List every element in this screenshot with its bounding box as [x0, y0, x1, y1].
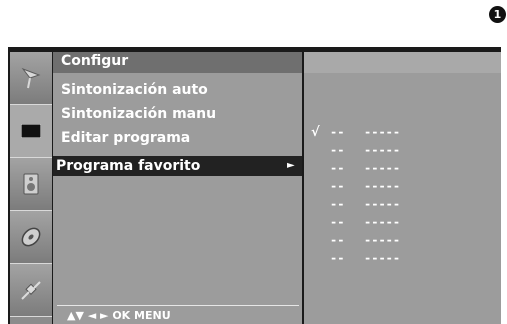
sidebar-item-time[interactable]: [10, 211, 52, 264]
favorite-number: --: [330, 233, 345, 247]
favorite-row[interactable]: -- -----: [304, 233, 501, 251]
menu-title: Configur: [61, 53, 129, 69]
favorite-row[interactable]: -- -----: [304, 251, 501, 269]
favorite-number: --: [330, 161, 345, 175]
favorite-number: --: [330, 215, 345, 229]
favorite-program-list: √ -- ----- -- ----- -- ----- -- ----- --…: [304, 52, 501, 324]
favorite-name: -----: [364, 125, 401, 139]
sidebar-item-station[interactable]: [10, 52, 52, 105]
menu-header: Configur: [53, 52, 302, 73]
favorite-name: -----: [364, 143, 401, 157]
menu-item-auto-tuning[interactable]: Sintonización auto: [61, 80, 208, 100]
satellite-dish-icon: [21, 67, 41, 89]
checkmark-icon: √: [311, 125, 320, 140]
favorite-number: --: [330, 197, 345, 211]
icon-sidebar: [10, 52, 52, 324]
arrow-right-icon: ►: [287, 160, 295, 171]
sidebar-item-picture[interactable]: [10, 105, 52, 158]
favorite-row[interactable]: -- -----: [304, 197, 501, 215]
favorite-name: -----: [364, 251, 401, 265]
favorite-number: --: [330, 179, 345, 193]
sidebar-item-audio[interactable]: [10, 158, 52, 211]
navigation-hint: ▲▼ ◄ ► OK MENU: [67, 309, 171, 322]
menu-item-favorite-program[interactable]: Programa favorito ►: [53, 156, 302, 176]
favorite-number: --: [330, 125, 345, 139]
disc-icon: [21, 227, 41, 247]
favorite-row[interactable]: -- -----: [304, 215, 501, 233]
setup-menu: Configur Sintonización auto Sintonizació…: [53, 52, 302, 324]
favorite-number: --: [330, 143, 345, 157]
menu-item-label: Programa favorito: [56, 158, 201, 174]
satellite-icon: [21, 281, 41, 300]
favorite-number: --: [330, 251, 345, 265]
footer-divider: [57, 305, 299, 306]
favorite-name: -----: [364, 179, 401, 193]
favorite-row[interactable]: √ -- -----: [304, 125, 501, 143]
favorite-row[interactable]: -- -----: [304, 179, 501, 197]
favorite-name: -----: [364, 161, 401, 175]
step-badge: 1: [489, 6, 506, 23]
speaker-icon: [23, 173, 39, 195]
favorites-header: [304, 52, 501, 73]
favorite-row[interactable]: -- -----: [304, 143, 501, 161]
favorite-row[interactable]: -- -----: [304, 161, 501, 179]
favorite-name: -----: [364, 197, 401, 211]
screen-icon: [21, 124, 41, 138]
menu-item-edit-program[interactable]: Editar programa: [61, 128, 190, 148]
favorite-name: -----: [364, 215, 401, 229]
sidebar-item-option[interactable]: [10, 264, 52, 317]
favorite-name: -----: [364, 233, 401, 247]
menu-item-manual-tuning[interactable]: Sintonización manu: [61, 104, 216, 124]
